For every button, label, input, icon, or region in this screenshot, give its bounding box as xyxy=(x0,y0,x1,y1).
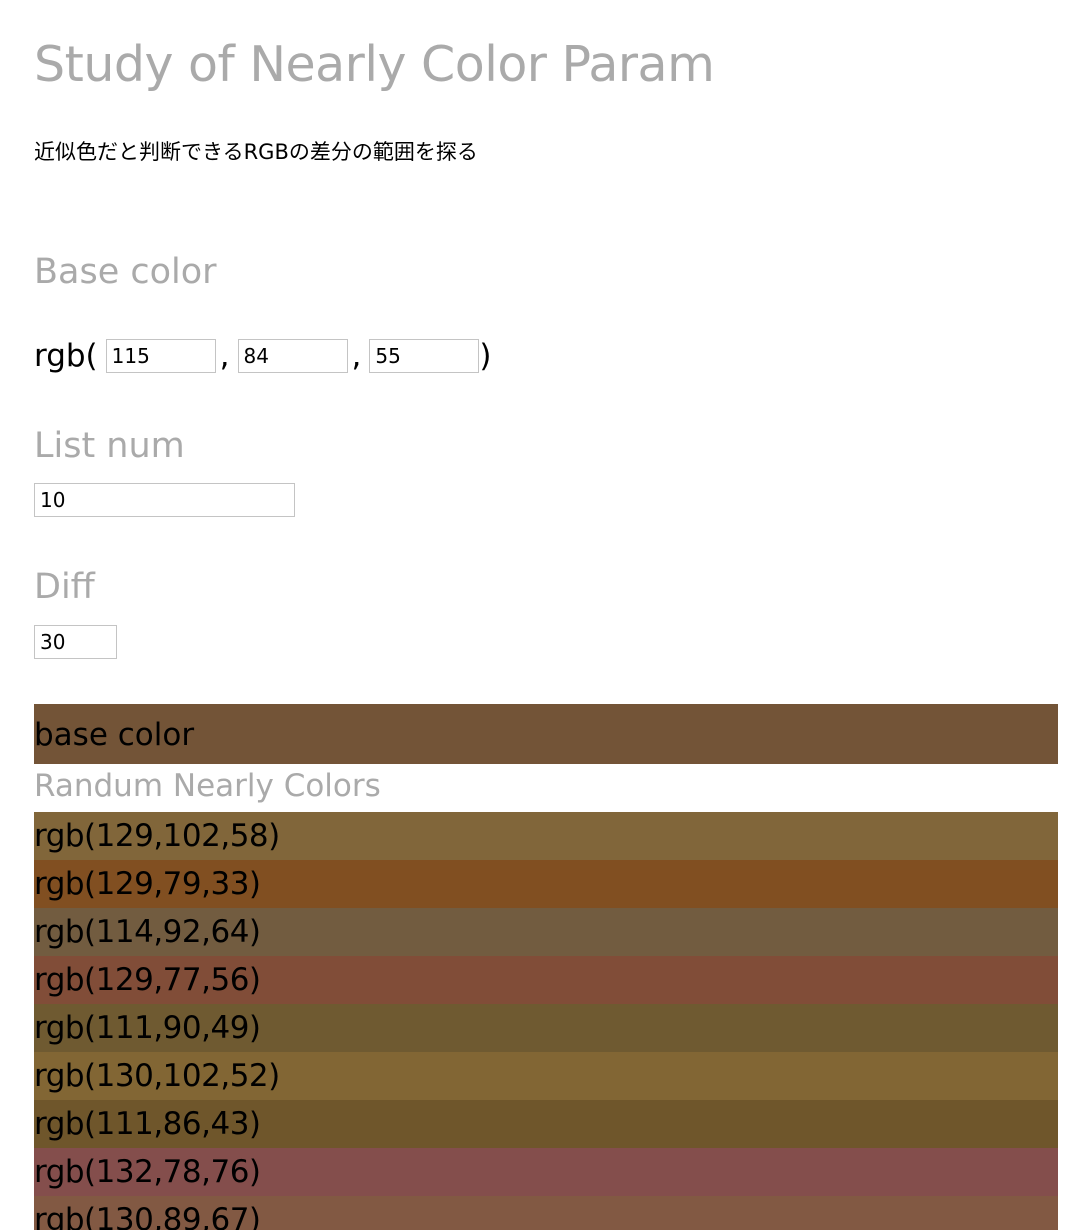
list-num-input[interactable] xyxy=(34,483,295,517)
base-color-heading: Base color xyxy=(34,252,217,292)
diff-input[interactable] xyxy=(34,625,117,659)
blue-input[interactable] xyxy=(369,339,480,373)
red-input[interactable] xyxy=(105,339,216,373)
separator: , xyxy=(351,338,362,374)
green-input[interactable] xyxy=(237,339,348,373)
rgb-prefix: rgb( xyxy=(34,338,98,374)
color-swatch-row: rgb(129,102,58) xyxy=(34,812,1058,860)
page-title: Study of Nearly Color Param xyxy=(34,36,715,93)
color-swatch-row: rgb(130,102,52) xyxy=(34,1052,1058,1100)
diff-heading: Diff xyxy=(34,567,95,607)
color-swatch-row: rgb(129,77,56) xyxy=(34,956,1058,1004)
color-swatch-row: rgb(114,92,64) xyxy=(34,908,1058,956)
base-color-swatch: base color xyxy=(34,704,1058,764)
rgb-suffix: ) xyxy=(479,338,492,374)
nearly-colors-heading: Randum Nearly Colors xyxy=(34,768,381,804)
color-swatch-row: rgb(130,89,67) xyxy=(34,1196,1058,1230)
rgb-input-group: rgb( , , ) xyxy=(34,338,491,374)
list-num-heading: List num xyxy=(34,426,185,466)
color-swatch-row: rgb(132,78,76) xyxy=(34,1148,1058,1196)
nearly-colors-list: rgb(129,102,58) rgb(129,79,33) rgb(114,92,… xyxy=(34,812,1058,1230)
color-swatch-row: rgb(111,90,49) xyxy=(34,1004,1058,1052)
page-subtitle: 近似色だと判断できるRGBの差分の範囲を探る xyxy=(34,140,478,164)
color-swatch-row: rgb(111,86,43) xyxy=(34,1100,1058,1148)
separator: , xyxy=(219,338,230,374)
color-swatch-row: rgb(129,79,33) xyxy=(34,860,1058,908)
